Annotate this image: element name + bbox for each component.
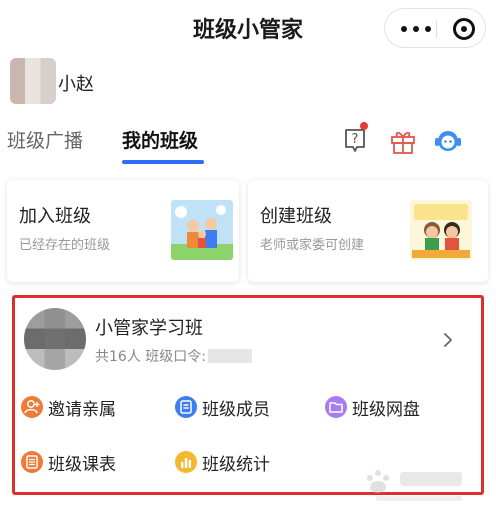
class-members-label: 班级成员: [202, 400, 270, 420]
avatar[interactable]: [10, 58, 56, 104]
tab-my-classes[interactable]: 我的班级: [122, 126, 198, 153]
join-class-card[interactable]: 加入班级 已经存在的班级: [7, 180, 239, 282]
class-name[interactable]: 小管家学习班: [95, 314, 203, 340]
class-schedule-label: 班级课表: [48, 455, 116, 475]
class-info: 共16人 班级口令:: [95, 346, 252, 366]
customer-service-icon[interactable]: [433, 126, 463, 156]
svg-text:?: ?: [352, 132, 359, 147]
folder-icon: [325, 396, 347, 418]
members-icon: [175, 396, 197, 418]
class-stats-label: 班级统计: [202, 455, 270, 475]
class-code-blurred: [207, 349, 252, 363]
create-class-card[interactable]: 创建班级 老师或家委可创建: [248, 180, 488, 282]
watermark-logo: [356, 460, 476, 508]
user-profile[interactable]: 小赵: [8, 58, 208, 106]
create-class-title: 创建班级: [260, 206, 332, 227]
stats-icon: [175, 451, 197, 473]
chevron-right-icon[interactable]: [441, 332, 455, 347]
class-disk-label: 班级网盘: [352, 400, 420, 420]
capsule-divider: [436, 20, 437, 38]
join-class-subtitle: 已经存在的班级: [19, 238, 111, 253]
active-tab-indicator: [122, 160, 204, 164]
class-avatar[interactable]: [24, 308, 86, 370]
tab-class-broadcast[interactable]: 班级广播: [7, 126, 83, 153]
notification-dot: [360, 122, 368, 130]
create-class-illustration: [410, 200, 472, 260]
more-menu-icon[interactable]: [401, 26, 431, 32]
mini-program-capsule: [384, 8, 486, 48]
user-name: 小赵: [58, 74, 94, 95]
tab-bar: 班级广播 我的班级 ?: [0, 118, 496, 168]
title-bar: 班级小管家: [0, 0, 496, 56]
close-mini-program-icon[interactable]: [453, 18, 475, 40]
invite-relatives-label: 邀请亲属: [48, 400, 116, 420]
join-class-illustration: [171, 200, 233, 260]
join-class-title: 加入班级: [19, 206, 91, 227]
gift-icon[interactable]: [388, 126, 418, 156]
help-icon[interactable]: ?: [340, 122, 370, 156]
schedule-icon: [21, 451, 43, 473]
person-add-icon: [21, 396, 43, 418]
class-info-text: 共16人 班级口令:: [95, 349, 206, 365]
create-class-subtitle: 老师或家委可创建: [260, 238, 365, 253]
